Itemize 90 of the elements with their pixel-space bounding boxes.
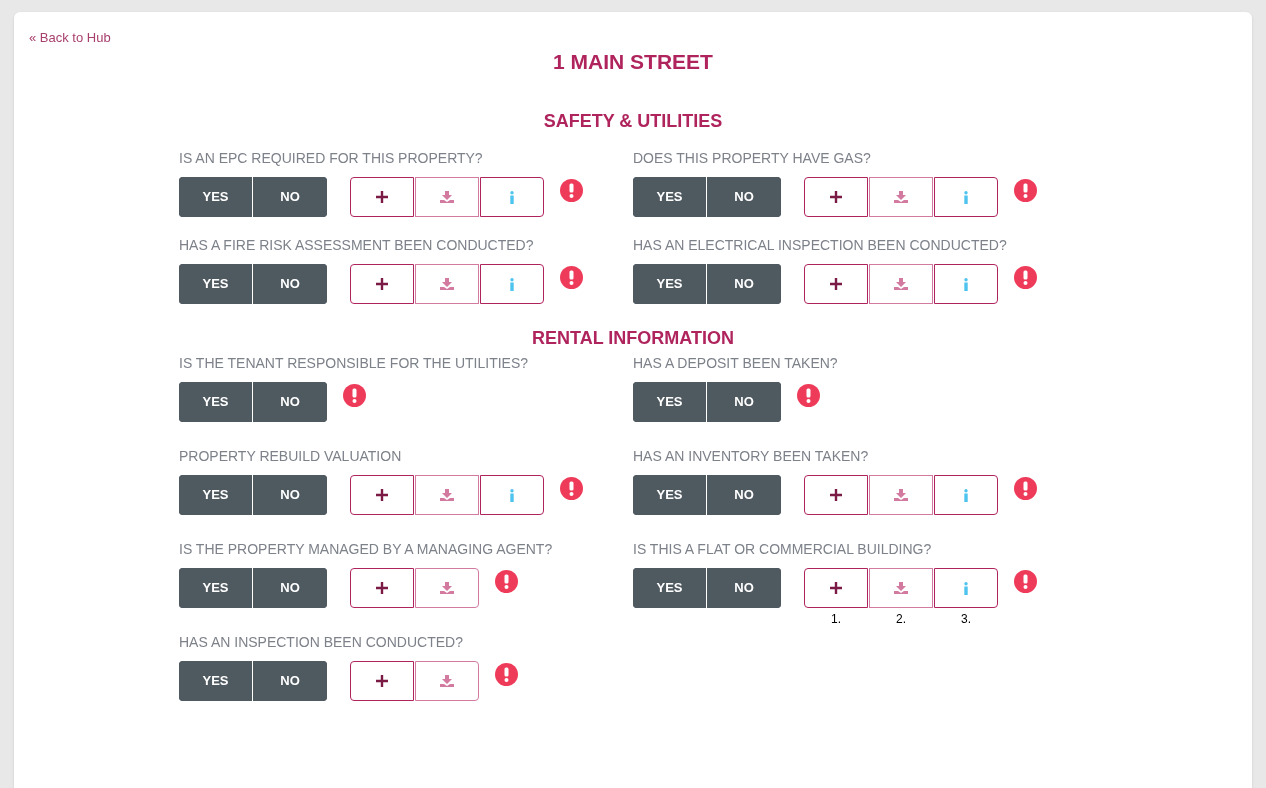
download-icon [894, 489, 908, 501]
plus-icon [830, 489, 842, 501]
info-icon [963, 277, 969, 291]
back-link[interactable]: « Back to Hub [29, 28, 111, 48]
yes-button[interactable]: YES [179, 264, 253, 304]
question-label: IS THE TENANT RESPONSIBLE FOR THE UTILITIES? [179, 354, 530, 372]
yes-button[interactable]: YES [179, 661, 253, 701]
section-heading: SAFETY & UTILITIES [542, 110, 724, 133]
add-button[interactable] [804, 177, 868, 217]
info-icon [963, 581, 969, 595]
plus-icon [830, 278, 842, 290]
download-button[interactable] [415, 568, 479, 608]
info-icon [509, 190, 515, 204]
download-button[interactable] [415, 177, 479, 217]
question-label: HAS A DEPOSIT BEEN TAKEN? [633, 354, 839, 372]
question-label: IS THE PROPERTY MANAGED BY A MANAGING AGENT? [179, 540, 554, 558]
info-button[interactable] [934, 264, 998, 304]
plus-icon [376, 278, 388, 290]
yes-button[interactable]: YES [633, 568, 707, 608]
download-button[interactable] [869, 264, 933, 304]
info-button[interactable] [480, 177, 544, 217]
question-label: IS AN EPC REQUIRED FOR THIS PROPERTY? [179, 149, 484, 167]
info-icon [963, 488, 969, 502]
add-button[interactable] [350, 264, 414, 304]
yes-button[interactable]: YES [179, 382, 253, 422]
download-button[interactable] [415, 661, 479, 701]
button-number: 3. [960, 611, 972, 628]
yes-button[interactable]: YES [179, 177, 253, 217]
question-label: HAS AN ELECTRICAL INSPECTION BEEN CONDUCTED? [633, 236, 1008, 254]
question-label: HAS A FIRE RISK ASSESSMENT BEEN CONDUCTED? [179, 236, 535, 254]
add-button[interactable] [350, 177, 414, 217]
add-button[interactable] [350, 475, 414, 515]
download-icon [440, 489, 454, 501]
question-label: DOES THIS PROPERTY HAVE GAS? [633, 149, 872, 167]
download-button[interactable] [869, 475, 933, 515]
download-button[interactable] [869, 568, 933, 608]
download-icon [894, 278, 908, 290]
download-button[interactable] [415, 475, 479, 515]
download-icon [440, 278, 454, 290]
question-label: PROPERTY REBUILD VALUATION [179, 447, 403, 465]
download-icon [894, 582, 908, 594]
button-number: 1. [830, 611, 842, 628]
plus-icon [830, 191, 842, 203]
download-button[interactable] [869, 177, 933, 217]
info-icon [509, 488, 515, 502]
download-button[interactable] [415, 264, 479, 304]
info-icon [509, 277, 515, 291]
alert-icon [1014, 570, 1037, 593]
add-button[interactable] [350, 661, 414, 701]
info-button[interactable] [934, 475, 998, 515]
download-icon [894, 191, 908, 203]
alert-icon [560, 266, 583, 289]
question-label: HAS AN INSPECTION BEEN CONDUCTED? [179, 633, 464, 651]
plus-icon [376, 489, 388, 501]
alert-icon [1014, 477, 1037, 500]
question-label: IS THIS A FLAT OR COMMERCIAL BUILDING? [633, 540, 933, 558]
yes-button[interactable]: YES [633, 475, 707, 515]
download-icon [440, 582, 454, 594]
add-button[interactable] [804, 264, 868, 304]
yes-button[interactable]: YES [633, 264, 707, 304]
add-button[interactable] [350, 568, 414, 608]
button-number: 2. [895, 611, 907, 628]
info-button[interactable] [480, 475, 544, 515]
section-heading: RENTAL INFORMATION [531, 327, 735, 350]
add-button[interactable] [804, 475, 868, 515]
alert-icon [1014, 179, 1037, 202]
alert-icon [495, 663, 518, 686]
download-icon [440, 675, 454, 687]
alert-icon [560, 477, 583, 500]
alert-icon [343, 384, 366, 407]
plus-icon [376, 675, 388, 687]
info-button[interactable] [934, 177, 998, 217]
info-icon [963, 190, 969, 204]
yes-button[interactable]: YES [179, 568, 253, 608]
alert-icon [560, 179, 583, 202]
alert-icon [797, 384, 820, 407]
yes-button[interactable]: YES [633, 177, 707, 217]
plus-icon [376, 582, 388, 594]
alert-icon [1014, 266, 1037, 289]
question-label: HAS AN INVENTORY BEEN TAKEN? [633, 447, 870, 465]
info-button[interactable] [934, 568, 998, 608]
plus-icon [830, 582, 842, 594]
yes-button[interactable]: YES [633, 382, 707, 422]
yes-button[interactable]: YES [179, 475, 253, 515]
page-title: 1 MAIN STREET [553, 49, 713, 75]
add-button[interactable] [804, 568, 868, 608]
alert-icon [495, 570, 518, 593]
info-button[interactable] [480, 264, 544, 304]
download-icon [440, 191, 454, 203]
plus-icon [376, 191, 388, 203]
